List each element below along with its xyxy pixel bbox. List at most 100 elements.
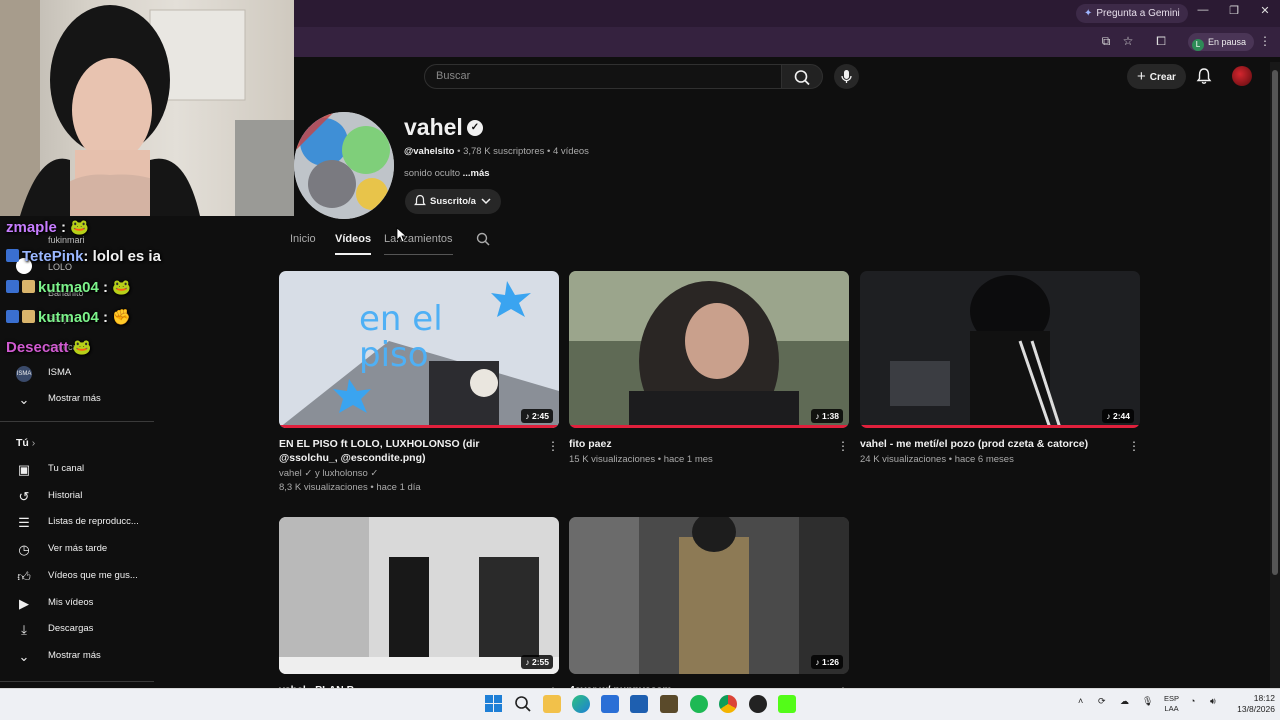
channel-description[interactable]: sonido oculto ...más [404,168,490,179]
watch-progress-bar [279,425,559,428]
show-more-subscriptions[interactable]: ⌄ Mostrar más [0,388,170,412]
download-icon: ⤓ [21,622,27,637]
video-title[interactable]: EN EL PISO ft LOLO, LUXHOLONSO (dir @sso… [279,437,537,465]
video-channel-name[interactable]: vahel [279,468,302,479]
close-window-icon[interactable]: ✕ [1256,4,1274,17]
music-note-icon: ♪ [815,657,822,667]
more-link[interactable]: ...más [463,168,490,179]
tray-cloud-icon[interactable]: ☁ [1120,696,1129,707]
tray-mic-icon[interactable]: 🎙︎ [1142,696,1153,707]
subscribed-button[interactable]: Suscrito/a [405,189,501,214]
video-thumbnail[interactable]: ♪ 2:44 [860,271,1140,428]
video-duration: ♪ 1:26 [811,655,843,669]
sidebar-divider [0,681,154,682]
chat-message: TetePink: lolol es ia [6,248,161,265]
video-duration: ♪ 1:38 [811,409,843,423]
video-duration: ♪ 2:44 [1102,409,1134,423]
chat-badge-icon [22,310,35,323]
you-section-header[interactable]: Tú › [16,437,35,449]
video-thumbnail[interactable]: ♪ 1:26 [569,517,849,674]
gemini-spark-icon: ✦ [1084,8,1093,19]
chat-message: kutma04 : ✊ [6,308,131,326]
subscription-avatar: ISMA [16,366,32,382]
chevron-down-icon: ⌄ [18,649,30,664]
sidebar-item-videos-que-me-gustan[interactable]: 👍︎ Vídeos que me gus... [0,565,170,589]
search-input[interactable]: Buscar [424,64,782,89]
taskbar-clock[interactable]: 18:12 13/8/2026 [1225,693,1275,715]
video-thumbnail[interactable]: en el piso ♪ 2:45 [279,271,559,428]
chat-emote-icon: 🐸 [112,279,131,296]
kick-icon[interactable] [778,695,796,713]
profile-avatar: L [1192,39,1204,51]
bookmark-star-icon[interactable]: ☆ [1120,34,1136,48]
mouse-cursor-icon [396,227,406,243]
account-avatar[interactable] [1232,66,1252,86]
chrome-icon[interactable] [719,695,737,713]
sidebar-divider [0,421,154,422]
obs-icon[interactable] [749,695,767,713]
profile-pause-badge[interactable]: L En pausa [1188,33,1255,51]
sidebar-item-listas[interactable]: ☰ Listas de reproducc... [0,511,170,535]
extensions-icon[interactable]: ⧠ [1153,34,1169,49]
tray-sync-icon[interactable]: ⟳ [1098,696,1106,707]
chat-username: kutma04 [38,279,99,296]
video-thumbnail[interactable]: ♪ 1:38 [569,271,849,428]
sidebar-item-ver-mas-tarde[interactable]: ◷ Ver más tarde [0,538,170,562]
sidebar-item-mis-videos[interactable]: ▶ Mis vídeos [0,592,170,616]
cast-icon[interactable]: ⧉ [1098,34,1114,49]
store-icon[interactable] [601,695,619,713]
search-icon [794,70,810,86]
sidebar-item-tu-canal[interactable]: ▣ Tu canal [0,458,170,482]
music-note-icon: ♪ [1106,411,1113,421]
spotify-icon[interactable] [690,695,708,713]
edge-icon[interactable] [572,695,590,713]
file-explorer-icon[interactable] [543,695,561,713]
browser-menu-icon[interactable]: ⋮ [1257,34,1273,48]
video-stats: 24 K visualizaciones • hace 6 meses [860,454,1014,465]
minimize-icon[interactable]: — [1194,4,1212,16]
chat-username: kutma04 [38,309,99,326]
video-collab[interactable]: y luxholonso [315,468,368,479]
notifications-bell-icon[interactable] [1195,67,1213,85]
channel-search-icon[interactable] [476,232,490,246]
language-indicator[interactable]: ESP LAA [1164,694,1179,714]
create-button[interactable]: + Crear [1127,64,1186,89]
sidebar-item-descargas[interactable]: ⤓ Descargas [0,618,170,642]
voice-search-button[interactable] [834,64,859,89]
outlook-icon[interactable] [630,695,648,713]
watch-progress-bar [860,425,1140,428]
minecraft-icon[interactable] [660,695,678,713]
chat-username: zmaple [6,219,57,236]
chat-badge-icon [6,310,19,323]
show-more-you[interactable]: ⌄ Mostrar más [0,645,170,669]
chat-emote-icon: 🐸 [70,219,89,236]
chat-text: : lolol es ia [83,248,161,265]
microphone-icon [841,70,852,83]
windows-start-icon[interactable] [485,695,502,712]
plus-icon: + [1137,68,1146,85]
gemini-button[interactable]: ✦ Pregunta a Gemini [1076,4,1188,23]
video-title[interactable]: vahel - me metí/el pozo (prod czeta & ca… [860,437,1118,451]
volume-icon[interactable]: 🔊︎ [1210,696,1216,707]
video-title[interactable]: fito paez [569,437,827,451]
taskbar-search-icon[interactable] [514,695,532,713]
chat-username: TetePink [22,248,84,265]
user-square-icon: ▣ [17,462,31,477]
more-options-icon[interactable]: ⋮ [547,439,559,453]
restore-icon[interactable]: ❐ [1225,4,1243,17]
clock-icon: ◷ [18,542,30,557]
tab-videos[interactable]: Vídeos [335,233,372,255]
chevron-down-icon: ⌄ [18,392,30,407]
search-button[interactable] [781,64,823,89]
bell-icon [414,194,426,206]
more-options-icon[interactable]: ⋮ [837,439,849,453]
tray-chevron-icon[interactable]: ˄ [1078,696,1083,706]
wifi-icon[interactable]: ◔ [1190,696,1195,706]
scrollbar-thumb[interactable] [1272,70,1278,575]
more-options-icon[interactable]: ⋮ [1128,439,1140,453]
video-thumbnail[interactable]: ♪ 2:55 [279,517,559,674]
chat-username: Desecatt [6,339,69,356]
video-count: 4 vídeos [553,146,589,157]
tab-lanzamientos[interactable]: Lanzamientos [384,233,453,255]
sidebar-item-historial[interactable]: ↺ Historial [0,485,170,509]
